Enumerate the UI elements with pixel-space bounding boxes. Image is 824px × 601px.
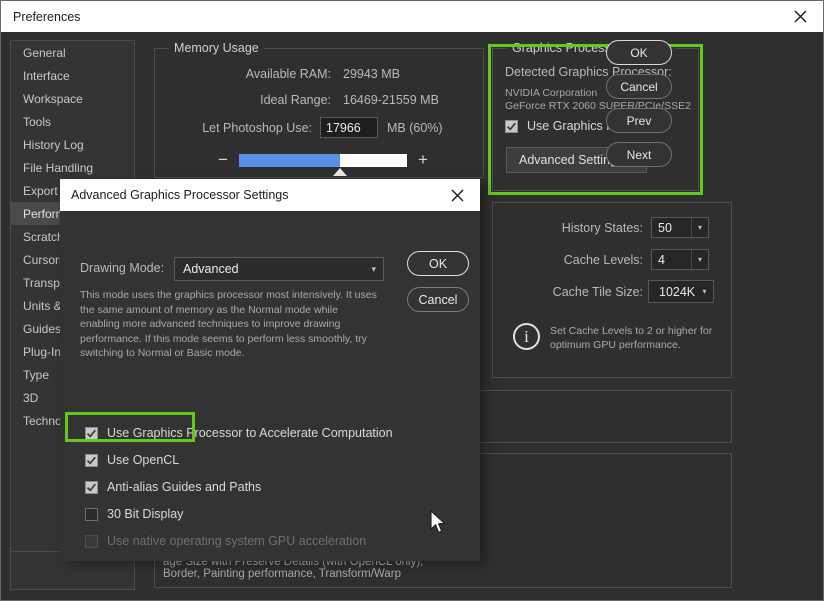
checkbox-label: Use Graphics Processor to Accelerate Com… <box>107 426 393 440</box>
checkbox-label: Use native operating system GPU accelera… <box>107 534 367 548</box>
checkbox-box <box>85 480 98 494</box>
cache-tile-size-label: Cache Tile Size: <box>552 285 643 299</box>
chevron-down-icon: ▾ <box>691 218 708 237</box>
cache-levels-combo[interactable]: 4 ▾ <box>651 249 709 270</box>
drawing-mode-combo[interactable]: Advanced ▾ <box>174 257 384 281</box>
history-cache-group: History States: 50 ▾ Cache Levels: 4 ▾ C… <box>492 202 732 378</box>
cache-tile-size-value: 1024K <box>659 284 696 299</box>
slider-track[interactable] <box>239 153 407 176</box>
history-states-combo[interactable]: 50 ▾ <box>651 217 709 238</box>
mouse-cursor <box>429 509 447 541</box>
modal-cancel-button[interactable]: Cancel <box>407 287 469 312</box>
history-states-value: 50 <box>658 220 672 235</box>
let-photoshop-use-label: Let Photoshop Use: <box>202 120 312 135</box>
checkbox-label: 30 Bit Display <box>107 507 184 521</box>
checkbox-box <box>85 453 98 467</box>
cache-levels-label: Cache Levels: <box>563 253 643 267</box>
checkbox-box <box>85 507 98 521</box>
checkbox-box <box>85 426 98 440</box>
cache-tile-size-combo[interactable]: 1024K ▾ <box>648 280 714 303</box>
cache-info-line-2: optimum GPU performance. <box>550 339 681 351</box>
checkbox-label: Use OpenCL <box>107 453 180 467</box>
memory-slider[interactable]: − + <box>213 145 453 176</box>
anti-alias-guides-paths-checkbox[interactable]: Anti-alias Guides and Paths <box>85 480 393 494</box>
modal-ok-button[interactable]: OK <box>407 251 469 276</box>
checkbox-label: Anti-alias Guides and Paths <box>107 480 262 494</box>
description-line-5: Border, Painting performance, Transform/… <box>163 568 401 580</box>
30-bit-display-checkbox[interactable]: 30 Bit Display <box>85 507 393 521</box>
ok-button[interactable]: OK <box>606 40 672 65</box>
let-photoshop-use-input[interactable] <box>320 117 378 138</box>
use-gpu-accelerate-computation-checkbox[interactable]: Use Graphics Processor to Accelerate Com… <box>85 426 393 440</box>
dialog-action-buttons: OK Cancel Prev Next <box>606 40 672 176</box>
chevron-down-icon: ▾ <box>371 263 376 274</box>
cache-info-note: i Set Cache Levels to 2 or higher for op… <box>513 323 712 352</box>
cache-info-text: Set Cache Levels to 2 or higher for opti… <box>550 324 712 352</box>
slider-thumb[interactable] <box>332 167 347 176</box>
sidebar-item-file-handling[interactable]: File Handling <box>11 156 134 179</box>
advanced-graphics-settings-dialog: Advanced Graphics Processor Settings Dra… <box>60 179 480 561</box>
cache-info-line-1: Set Cache Levels to 2 or higher for <box>550 325 713 337</box>
modal-title-text: Advanced Graphics Processor Settings <box>71 188 289 202</box>
checkbox-box <box>505 119 518 133</box>
next-button[interactable]: Next <box>606 142 672 167</box>
sidebar-item-history-log[interactable]: History Log <box>11 133 134 156</box>
page-title: Preferences <box>13 9 81 24</box>
modal-content: Drawing Mode: Advanced ▾ This mode uses … <box>60 211 480 561</box>
modal-titlebar: Advanced Graphics Processor Settings <box>60 179 480 211</box>
cancel-button[interactable]: Cancel <box>606 74 672 99</box>
slider-minus-button[interactable]: − <box>213 151 233 168</box>
gpu-options-checkbox-list: Use Graphics Processor to Accelerate Com… <box>85 426 393 561</box>
close-icon[interactable] <box>440 179 474 211</box>
chevron-down-icon: ▾ <box>691 250 708 269</box>
close-icon[interactable] <box>777 1 823 32</box>
memory-usage-legend: Memory Usage <box>169 41 264 55</box>
prev-button[interactable]: Prev <box>606 108 672 133</box>
drawing-mode-value: Advanced <box>183 262 239 276</box>
sidebar-item-tools[interactable]: Tools <box>11 110 134 133</box>
available-ram-value: 29943 MB <box>343 67 400 81</box>
use-native-os-gpu-acceleration-checkbox: Use native operating system GPU accelera… <box>85 534 393 548</box>
let-photoshop-use-suffix: MB (60%) <box>387 120 443 135</box>
chevron-down-icon: ▾ <box>702 287 707 296</box>
drawing-mode-label: Drawing Mode: <box>80 261 165 275</box>
ideal-range-value: 16469-21559 MB <box>343 93 439 107</box>
checkbox-box <box>85 534 98 548</box>
preferences-window: Preferences General Interface Workspace … <box>0 0 824 601</box>
cache-levels-value: 4 <box>658 252 665 267</box>
slider-plus-button[interactable]: + <box>413 151 433 168</box>
info-icon: i <box>513 323 540 350</box>
available-ram-label: Available RAM: <box>245 67 331 81</box>
sidebar-item-workspace[interactable]: Workspace <box>11 87 134 110</box>
ideal-range-label: Ideal Range: <box>260 93 331 107</box>
window-titlebar: Preferences <box>1 1 823 32</box>
slider-fill <box>239 153 340 167</box>
modal-action-buttons: OK Cancel <box>407 251 469 323</box>
history-states-label: History States: <box>561 221 643 235</box>
sidebar-item-general[interactable]: General <box>11 41 134 64</box>
memory-usage-group: Memory Usage Available RAM: 29943 MB Ide… <box>154 41 484 178</box>
use-opencl-checkbox[interactable]: Use OpenCL <box>85 453 393 467</box>
drawing-mode-description: This mode uses the graphics processor mo… <box>80 289 377 359</box>
sidebar-item-interface[interactable]: Interface <box>11 64 134 87</box>
